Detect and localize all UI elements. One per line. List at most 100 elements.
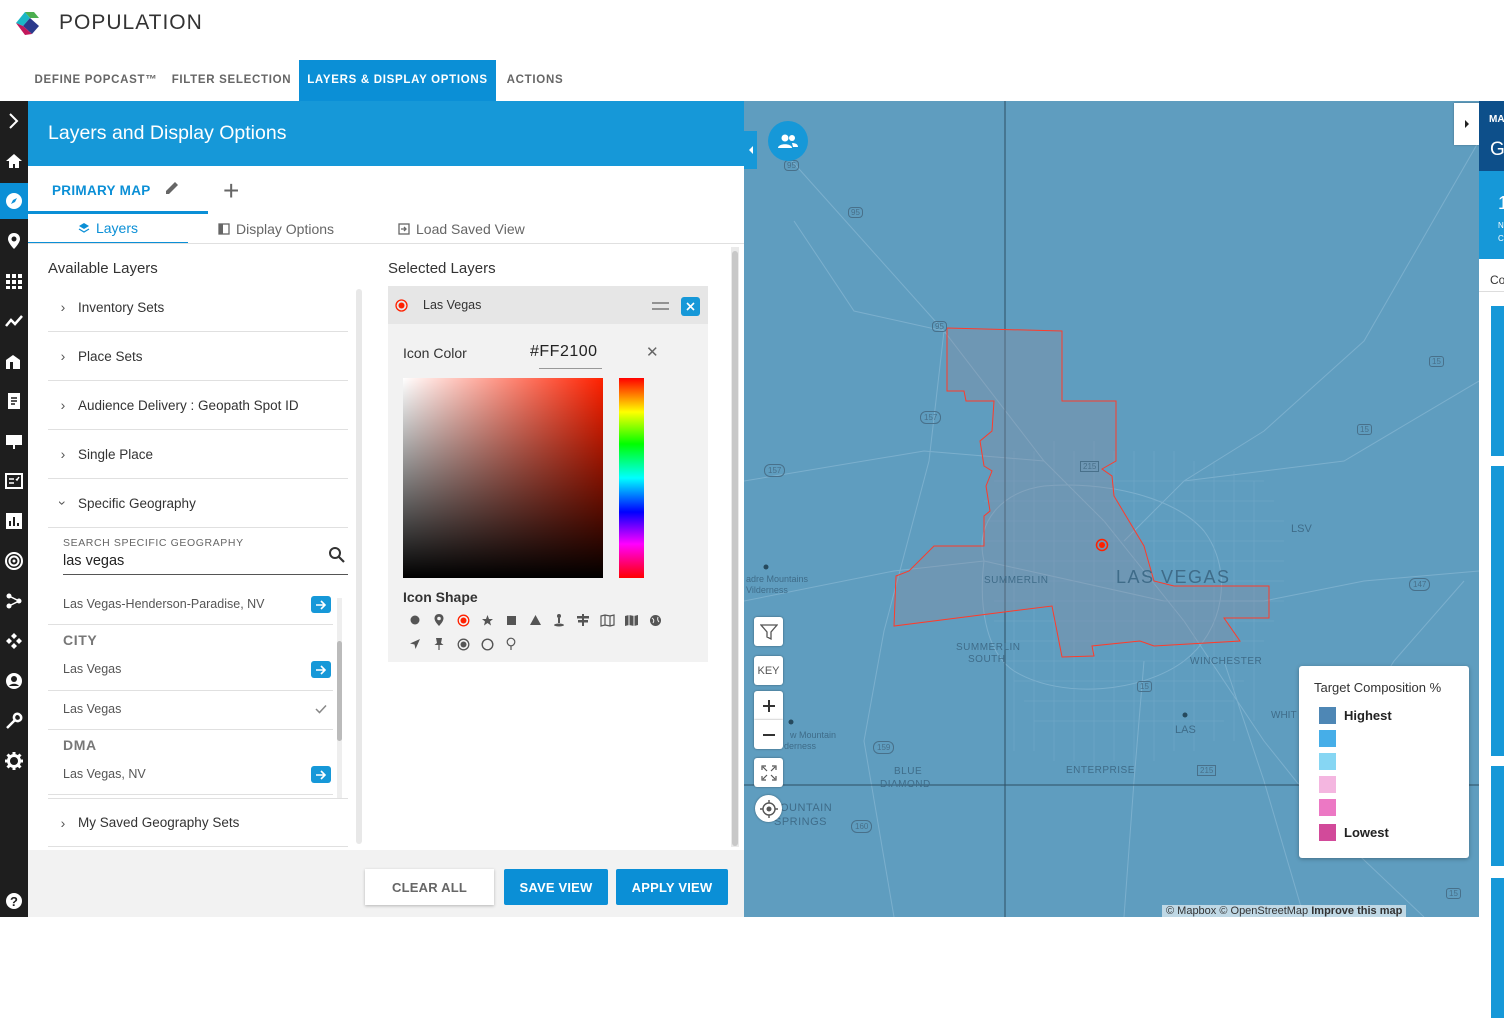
clear-color-icon[interactable]: ✕ (646, 343, 659, 361)
filter-button[interactable] (754, 617, 783, 646)
add-arrow-icon[interactable] (311, 766, 331, 783)
collapse-panel-button[interactable] (744, 131, 757, 169)
selected-layer-card: Las Vegas Icon Color #FF2100 ✕ Icon Shap… (388, 286, 708, 662)
search-icon[interactable] (328, 546, 346, 564)
filter-funnel-icon (759, 623, 778, 640)
shape-circle-outline-icon[interactable] (479, 636, 495, 652)
shape-navigation-arrow-icon[interactable] (407, 636, 423, 652)
tab-filter-selection[interactable]: FILTER SELECTION (164, 60, 299, 101)
app-logo[interactable] (8, 4, 48, 42)
home-icon[interactable] (0, 143, 28, 179)
hub-icon[interactable] (0, 623, 28, 659)
legend-swatch (1319, 776, 1336, 793)
settings-gear-icon[interactable] (0, 743, 28, 779)
shape-radio-icon[interactable] (455, 636, 471, 652)
highway-shield: 15 (1137, 681, 1152, 692)
shape-map-filled-icon[interactable] (623, 612, 639, 628)
layer-group-inventory-sets[interactable]: › Inventory Sets (48, 283, 348, 332)
wrench-icon[interactable] (0, 703, 28, 739)
clear-all-button[interactable]: CLEAR ALL (365, 869, 494, 905)
panel-scrollbar-thumb[interactable] (732, 251, 738, 846)
grid-icon[interactable] (0, 263, 28, 299)
shape-pin-icon[interactable] (431, 612, 447, 628)
help-icon[interactable]: ? (0, 883, 28, 919)
shape-star-icon[interactable] (479, 612, 495, 628)
target-icon[interactable] (0, 543, 28, 579)
layers-icon (78, 223, 90, 233)
selected-layer-name: Las Vegas (423, 298, 482, 312)
save-view-button[interactable]: SAVE VIEW (504, 869, 608, 905)
map-legend: Target Composition % Highest Lowest (1299, 666, 1469, 858)
right-panel-bar (1491, 306, 1504, 456)
legend-item (1319, 753, 1344, 770)
layer-group-single-place[interactable]: › Single Place (48, 430, 348, 479)
buildings-icon[interactable] (0, 343, 28, 379)
shape-pin-outline-icon[interactable] (503, 636, 519, 652)
zoom-in-button[interactable] (754, 691, 783, 720)
shape-triangle-icon[interactable] (527, 612, 543, 628)
icon-color-input[interactable]: #FF2100 (530, 343, 598, 361)
tab-actions[interactable]: ACTIONS (496, 60, 574, 101)
billboard-icon[interactable] (0, 423, 28, 459)
fullscreen-button[interactable] (754, 758, 783, 787)
right-panel-section: Co (1490, 273, 1504, 287)
subtab-layers[interactable]: Layers (28, 214, 188, 244)
user-account-icon[interactable] (0, 663, 28, 699)
results-scrollbar-thumb[interactable] (337, 641, 342, 741)
audience-button[interactable] (768, 121, 808, 161)
shape-map-outline-icon[interactable] (599, 612, 615, 628)
layer-group-my-saved-geography-sets[interactable]: › My Saved Geography Sets (48, 798, 348, 847)
map-label-mountain-springs: OUNTAIN (780, 802, 833, 814)
report-icon[interactable] (0, 383, 28, 419)
expand-sidebar-icon[interactable] (0, 103, 28, 139)
right-panel-bar (1491, 766, 1504, 866)
network-icon[interactable] (0, 583, 28, 619)
close-icon (686, 302, 695, 311)
shape-signpost-icon[interactable] (575, 612, 591, 628)
drag-handle-icon[interactable] (652, 301, 669, 311)
legend-item (1319, 730, 1344, 747)
right-panel-header: MA G (1479, 101, 1504, 171)
improve-map-link[interactable]: Improve this map (1311, 905, 1402, 917)
remove-layer-button[interactable] (681, 297, 700, 316)
highway-shield: 95 (784, 160, 799, 171)
zoom-out-button[interactable] (754, 720, 783, 749)
key-button[interactable]: KEY (754, 656, 783, 685)
edit-pencil-icon[interactable] (164, 180, 180, 196)
color-picker-hue-slider[interactable] (619, 378, 644, 578)
add-map-icon[interactable]: + (223, 175, 239, 207)
result-city: Las Vegas (63, 662, 122, 676)
shape-target-icon[interactable] (455, 612, 471, 628)
shape-pushpin-icon[interactable] (431, 636, 447, 652)
tab-layers-display-options[interactable]: LAYERS & DISPLAY OPTIONS (299, 60, 496, 101)
color-picker-saturation[interactable] (403, 378, 603, 578)
subtab-display-options[interactable]: Display Options (218, 214, 334, 244)
my-location-button[interactable] (755, 795, 782, 822)
tab-define-popcast[interactable]: DEFINE POPCAST™ (28, 60, 164, 101)
map-canvas[interactable]: 95 95 95 157 157 215 15 15 15 15 147 159… (744, 101, 1479, 917)
shape-person-pin-icon[interactable] (551, 612, 567, 628)
add-arrow-icon[interactable] (311, 661, 331, 678)
layer-group-specific-geography[interactable]: › Specific Geography (48, 479, 348, 528)
subtab-load-saved-view[interactable]: Load Saved View (398, 214, 525, 244)
icon-color-label: Icon Color (403, 345, 467, 361)
search-geography-input[interactable]: las vegas (63, 553, 124, 569)
trend-icon[interactable] (0, 303, 28, 339)
shape-circle-icon[interactable] (407, 612, 423, 628)
shape-globe-icon[interactable] (647, 612, 663, 628)
explore-compass-icon[interactable] (0, 183, 28, 219)
display-options-icon (218, 223, 230, 235)
tab-primary-map[interactable]: PRIMARY MAP (28, 166, 208, 214)
apply-view-button[interactable]: APPLY VIEW (616, 869, 728, 905)
expand-right-panel-button[interactable] (1454, 103, 1479, 145)
add-arrow-icon[interactable] (311, 596, 331, 613)
checklist-icon[interactable] (0, 463, 28, 499)
right-panel-stat-value: 1 (1498, 193, 1504, 213)
layer-label: Audience Delivery : Geopath Spot ID (78, 397, 299, 413)
location-pin-icon[interactable] (0, 223, 28, 259)
map-label-enterprise: ENTERPRISE (1066, 765, 1135, 776)
layer-group-audience-delivery[interactable]: › Audience Delivery : Geopath Spot ID (48, 381, 348, 430)
bar-chart-icon[interactable] (0, 503, 28, 539)
shape-square-icon[interactable] (503, 612, 519, 628)
layer-group-place-sets[interactable]: › Place Sets (48, 332, 348, 381)
